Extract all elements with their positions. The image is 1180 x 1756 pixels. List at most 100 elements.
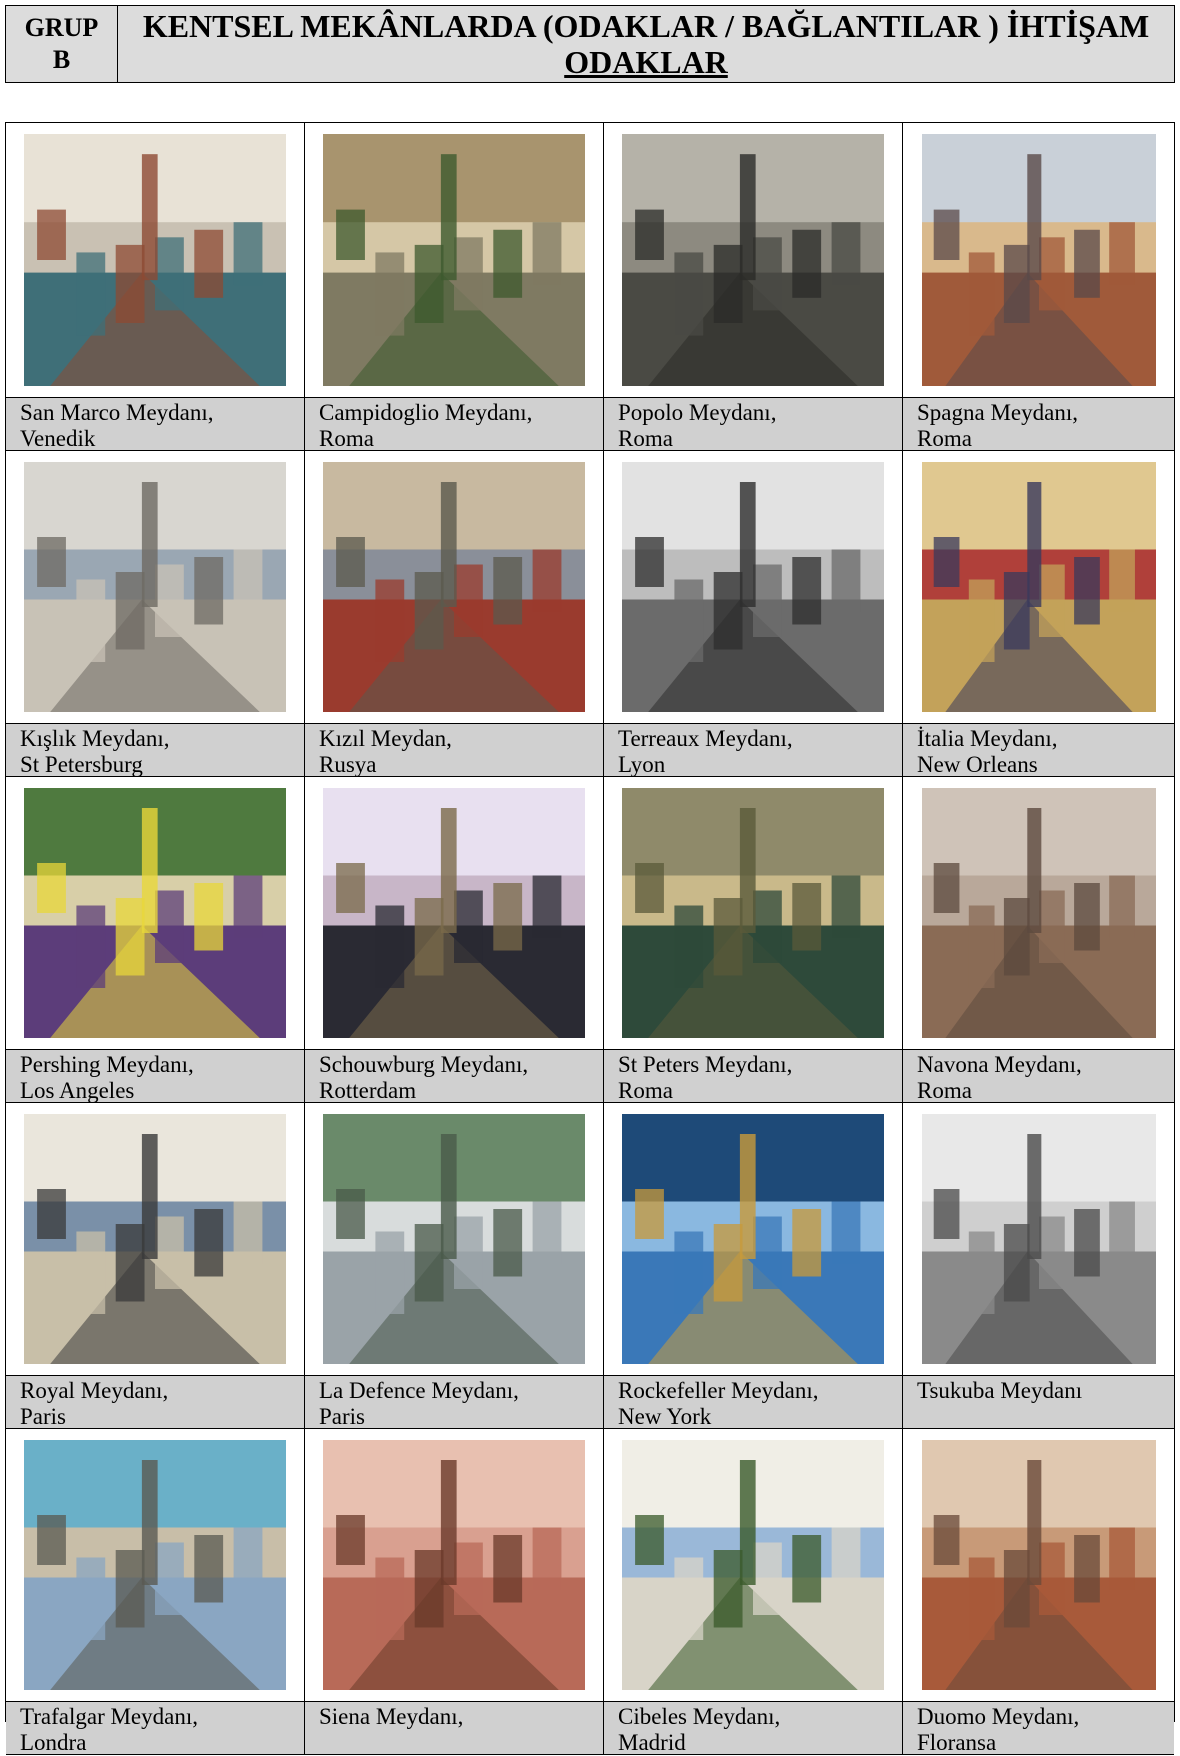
photo-caption: Royal Meydanı, Paris — [6, 1375, 304, 1429]
photo-frame — [903, 777, 1174, 1049]
photo-caption: La Defence Meydanı, Paris — [305, 1375, 603, 1429]
title-box: KENTSEL MEKÂNLARDA (ODAKLAR / BAĞLANTILA… — [118, 6, 1174, 82]
photo-frame — [6, 123, 304, 397]
square-photo — [24, 134, 286, 386]
caption-place: Schouwburg Meydanı, — [319, 1052, 529, 1077]
photo-caption: Kızıl Meydan, Rusya — [305, 723, 603, 777]
caption-place: Kışlık Meydanı, — [20, 726, 170, 751]
caption-city: Rotterdam — [319, 1078, 417, 1103]
caption-city: Londra — [20, 1730, 87, 1755]
caption-place: Duomo Meydanı, — [917, 1704, 1080, 1729]
square-photo — [921, 134, 1156, 386]
grid-cell: Navona Meydanı, Roma — [903, 777, 1174, 1103]
grid-cell: St Peters Meydanı, Roma — [604, 777, 903, 1103]
square-photo — [24, 788, 286, 1038]
grid-cell: Kızıl Meydan, Rusya — [305, 451, 604, 777]
grid-cell: Tsukuba Meydanı — [903, 1103, 1174, 1429]
grid-cell: Terreaux Meydanı, Lyon — [604, 451, 903, 777]
grid-cell: Trafalgar Meydanı, Londra — [6, 1429, 305, 1755]
caption-city: Roma — [917, 1078, 972, 1103]
photo-frame — [305, 123, 603, 397]
page-subtitle: ODAKLAR — [564, 44, 728, 80]
photo-caption: Schouwburg Meydanı, Rotterdam — [305, 1049, 603, 1103]
photo-caption: Rockefeller Meydanı, New York — [604, 1375, 902, 1429]
square-photo — [323, 462, 585, 712]
caption-city: Rusya — [319, 752, 377, 777]
photo-frame — [305, 777, 603, 1049]
photo-frame — [903, 1429, 1174, 1701]
photo-frame — [903, 451, 1174, 723]
grid-cell: Duomo Meydanı, Floransa — [903, 1429, 1174, 1755]
photo-frame — [6, 1103, 304, 1375]
grid-cell: La Defence Meydanı, Paris — [305, 1103, 604, 1429]
photo-caption: Cibeles Meydanı, Madrid — [604, 1701, 902, 1755]
caption-city: Los Angeles — [20, 1078, 135, 1103]
photo-caption: San Marco Meydanı, Venedik — [6, 397, 304, 451]
caption-city: Roma — [618, 1078, 673, 1103]
photo-frame — [6, 1429, 304, 1701]
group-label-box: GRUP B — [6, 6, 118, 82]
caption-place: La Defence Meydanı, — [319, 1378, 519, 1403]
photo-caption: İtalia Meydanı, New Orleans — [903, 723, 1174, 777]
photo-caption: Spagna Meydanı, Roma — [903, 397, 1174, 451]
photo-frame — [903, 1103, 1174, 1375]
grid-cell: Schouwburg Meydanı, Rotterdam — [305, 777, 604, 1103]
photo-frame — [604, 451, 902, 723]
photo-caption: Popolo Meydanı, Roma — [604, 397, 902, 451]
photo-frame — [6, 451, 304, 723]
caption-place: İtalia Meydanı, — [917, 726, 1058, 751]
caption-city: Floransa — [917, 1730, 997, 1755]
photo-caption: St Peters Meydanı, Roma — [604, 1049, 902, 1103]
grid-cell: İtalia Meydanı, New Orleans — [903, 451, 1174, 777]
photo-caption: Campidoglio Meydanı, Roma — [305, 397, 603, 451]
grid-cell: Spagna Meydanı, Roma — [903, 123, 1174, 451]
photo-caption: Siena Meydanı, — [305, 1701, 603, 1754]
square-photo — [24, 1440, 286, 1690]
photo-frame — [604, 1103, 902, 1375]
square-photo — [622, 1114, 884, 1364]
group-label: GRUP — [24, 13, 99, 42]
photo-caption: Pershing Meydanı, Los Angeles — [6, 1049, 304, 1103]
square-photo — [323, 1440, 585, 1690]
caption-place: Kızıl Meydan, — [319, 726, 452, 751]
grid-cell: Pershing Meydanı, Los Angeles — [6, 777, 305, 1103]
square-photo — [323, 134, 585, 386]
caption-city: New Orleans — [917, 752, 1038, 777]
caption-city: Paris — [20, 1404, 66, 1429]
photo-grid: San Marco Meydanı, Venedik Campidoglio Mey… — [5, 122, 1175, 1755]
caption-city: Madrid — [618, 1730, 686, 1755]
caption-place: Cibeles Meydanı, — [618, 1704, 781, 1729]
square-photo — [622, 788, 884, 1038]
photo-caption: Kışlık Meydanı, St Petersburg — [6, 723, 304, 777]
caption-city: St Petersburg — [20, 752, 143, 777]
caption-place: St Peters Meydanı, — [618, 1052, 793, 1077]
group-value: B — [52, 45, 71, 74]
square-photo — [921, 1114, 1156, 1364]
square-photo — [622, 1440, 884, 1690]
photo-frame — [604, 777, 902, 1049]
square-photo — [622, 462, 884, 712]
caption-city: Roma — [618, 426, 673, 451]
caption-place: Pershing Meydanı, — [20, 1052, 194, 1077]
caption-place: Terreaux Meydanı, — [618, 726, 793, 751]
photo-frame — [305, 1103, 603, 1375]
grid-cell: San Marco Meydanı, Venedik — [6, 123, 305, 451]
square-photo — [323, 1114, 585, 1364]
photo-caption: Trafalgar Meydanı, Londra — [6, 1701, 304, 1755]
caption-place: Navona Meydanı, — [917, 1052, 1082, 1077]
square-photo — [24, 462, 286, 712]
photo-frame — [305, 451, 603, 723]
grid-cell: Kışlık Meydanı, St Petersburg — [6, 451, 305, 777]
caption-place: San Marco Meydanı, — [20, 400, 214, 425]
grid-cell: Cibeles Meydanı, Madrid — [604, 1429, 903, 1755]
caption-place: Rockefeller Meydanı, — [618, 1378, 819, 1403]
square-photo — [921, 788, 1156, 1038]
page-title: KENTSEL MEKÂNLARDA (ODAKLAR / BAĞLANTILA… — [142, 8, 1150, 44]
grid-cell: Campidoglio Meydanı, Roma — [305, 123, 604, 451]
caption-place: Siena Meydanı, — [319, 1704, 464, 1729]
caption-city: New York — [618, 1404, 712, 1429]
photo-frame — [6, 777, 304, 1049]
square-photo — [622, 134, 884, 386]
photo-frame — [604, 123, 902, 397]
photo-caption: Terreaux Meydanı, Lyon — [604, 723, 902, 777]
